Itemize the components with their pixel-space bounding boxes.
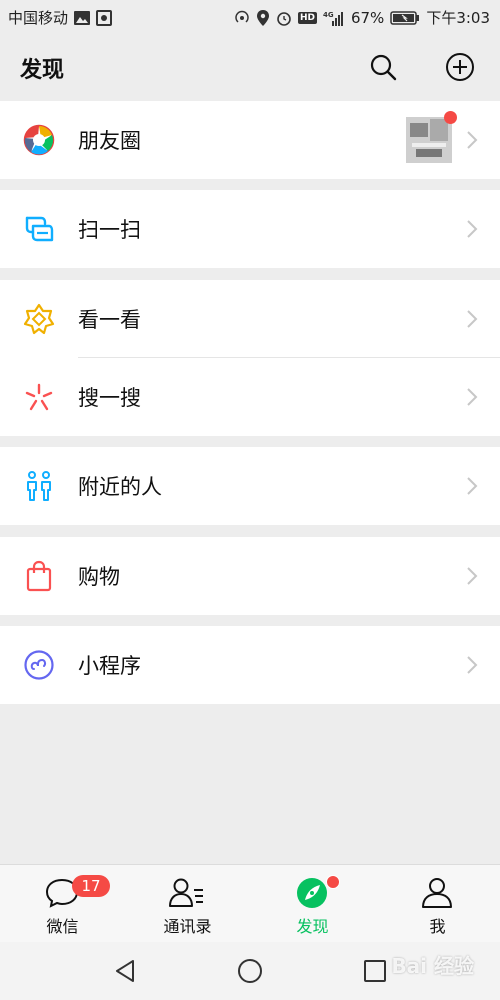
- unread-badge: 17: [72, 875, 110, 897]
- discover-content-group: 看一看 搜一搜: [0, 280, 500, 436]
- chevron-right-icon: [466, 564, 478, 588]
- alarm-icon: [276, 10, 292, 26]
- battery-percent: 67%: [350, 8, 385, 27]
- menu-label-people-nearby: 附近的人: [78, 475, 162, 499]
- moments-aperture-icon: [22, 123, 56, 157]
- svg-text:4G: 4G: [323, 11, 334, 19]
- recents-icon: [364, 960, 386, 982]
- tab-label-chats: 微信: [46, 917, 79, 936]
- home-icon: [238, 959, 262, 983]
- mini-program-icon: [22, 648, 56, 682]
- chevron-right-icon: [466, 128, 478, 152]
- menu-item-scan[interactable]: 扫一扫: [0, 190, 500, 268]
- search-icon: [370, 54, 397, 81]
- hd-badge: HD: [297, 11, 317, 24]
- watermark-text: Bai 经验: [391, 954, 474, 978]
- battery-icon: [390, 10, 420, 25]
- plus-circle-icon: [446, 53, 474, 81]
- scan-group: 扫一扫: [0, 190, 500, 268]
- hotspot-icon: [234, 10, 250, 26]
- back-button[interactable]: [110, 956, 140, 986]
- menu-label-moments: 朋友圈: [78, 129, 141, 153]
- menu-item-people-nearby[interactable]: 附近的人: [0, 447, 500, 525]
- tab-label-contacts: 通讯录: [163, 917, 212, 936]
- chevron-right-icon: [466, 307, 478, 331]
- chevron-right-icon: [466, 217, 478, 241]
- menu-label-top-stories: 看一看: [78, 308, 141, 332]
- menu-item-search[interactable]: 搜一搜: [0, 358, 500, 436]
- nearby-group: 附近的人: [0, 447, 500, 525]
- shopping-bag-icon: [22, 559, 56, 593]
- home-button[interactable]: [235, 956, 265, 986]
- menu-item-moments[interactable]: 朋友圈: [0, 101, 500, 179]
- location-icon: [256, 9, 270, 26]
- menu-label-mini-programs: 小程序: [78, 654, 141, 678]
- page-title: 发现: [20, 58, 65, 83]
- status-bar: 中国移动 HD 4G 67% 下午3:03: [0, 0, 500, 34]
- contacts-icon: [168, 875, 206, 911]
- chevron-right-icon: [466, 385, 478, 409]
- add-button[interactable]: [443, 50, 477, 84]
- signal-icon: 4G: [323, 10, 345, 26]
- header-bar: 发现: [0, 34, 500, 100]
- person-icon: [418, 875, 456, 911]
- moments-thumbnail: [406, 117, 452, 163]
- mini-programs-group: 小程序: [0, 626, 500, 704]
- chevron-right-icon: [466, 653, 478, 677]
- image-icon: [74, 10, 91, 25]
- tab-chats[interactable]: 17 微信: [0, 865, 125, 943]
- search-spark-icon: [22, 380, 56, 414]
- clock-time: 下午3:03: [426, 9, 490, 27]
- menu-item-mini-programs[interactable]: 小程序: [0, 626, 500, 704]
- menu-item-top-stories[interactable]: 看一看: [0, 280, 500, 358]
- shopping-group: 购物: [0, 537, 500, 615]
- scan-icon: [22, 212, 56, 246]
- moments-notification-dot: [444, 111, 457, 124]
- menu-label-scan: 扫一扫: [78, 218, 141, 242]
- moments-group: 朋友圈: [0, 101, 500, 179]
- bottom-tab-bar: 17 微信 通讯录 发现 我: [0, 864, 500, 943]
- tab-contacts[interactable]: 通讯录: [125, 865, 250, 943]
- tab-discover[interactable]: 发现: [250, 865, 375, 943]
- record-icon: [96, 9, 113, 26]
- tab-label-me: 我: [429, 917, 446, 936]
- menu-label-search: 搜一搜: [78, 386, 141, 410]
- tab-label-discover: 发现: [296, 917, 329, 936]
- menu-label-shopping: 购物: [78, 565, 120, 589]
- search-button[interactable]: [366, 50, 400, 84]
- top-stories-icon: [22, 302, 56, 336]
- chevron-right-icon: [466, 474, 478, 498]
- back-icon: [116, 960, 134, 982]
- people-nearby-icon: [22, 469, 56, 503]
- recents-button[interactable]: [360, 956, 390, 986]
- tab-me[interactable]: 我: [375, 865, 500, 943]
- discover-notification-dot: [326, 875, 340, 889]
- carrier-label: 中国移动: [8, 9, 69, 27]
- menu-item-shopping[interactable]: 购物: [0, 537, 500, 615]
